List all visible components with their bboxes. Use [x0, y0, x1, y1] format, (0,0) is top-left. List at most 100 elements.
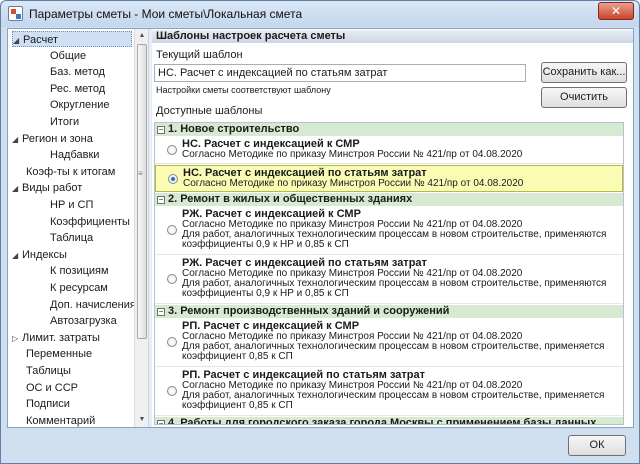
group-title: 2. Ремонт в жилых и общественных зданиях — [168, 193, 413, 205]
template-radio[interactable] — [167, 274, 177, 284]
tree-scrollbar[interactable]: ▲ ≡ ▼ — [134, 29, 148, 427]
tree-item[interactable]: Рес. метод — [50, 81, 105, 97]
tree-item-label: Баз. метод — [50, 66, 105, 79]
clear-button[interactable]: Очистить — [541, 87, 627, 108]
tree-item[interactable]: Таблица — [50, 230, 93, 246]
expand-arrow-icon[interactable]: ▷ — [12, 331, 22, 347]
current-template-label: Текущий шаблон — [156, 49, 243, 61]
tree-item-label: Общие — [50, 49, 87, 62]
collapse-icon[interactable]: − — [157, 126, 165, 134]
template-description: Согласно Методике по приказу Минстроя Ро… — [182, 380, 605, 411]
dialog-window: Параметры сметы - Мои сметы\Локальная см… — [0, 0, 640, 464]
tree-item-label: Коэффициенты — [50, 215, 130, 228]
tree-item[interactable]: Итоги — [50, 114, 79, 130]
tree-item[interactable]: Коэф-ты к итогам — [26, 164, 115, 180]
expand-arrow-icon[interactable]: ◢ — [12, 132, 22, 148]
tree-item[interactable]: Общие — [50, 48, 86, 64]
expand-arrow-icon[interactable]: ◢ — [12, 248, 22, 264]
tree-item[interactable]: ОС и ССР — [26, 380, 78, 396]
tree-item[interactable]: Комментарий — [26, 413, 95, 427]
template-item[interactable]: РЖ. Расчет с индексацией к СМР Согласно М… — [155, 207, 623, 255]
window-title: Параметры сметы - Мои сметы\Локальная см… — [29, 7, 303, 21]
template-radio[interactable] — [167, 145, 177, 155]
current-template-field[interactable]: НС. Расчет с индексацией по статьям затр… — [154, 64, 526, 82]
tree-item-label: Комментарий — [26, 414, 96, 427]
tree-item[interactable]: К ресурсам — [50, 280, 108, 296]
app-icon — [8, 6, 23, 21]
tree-item-label: К позициям — [50, 265, 109, 278]
templates-list: −1. Новое строительство НС. Расчет с инде… — [154, 122, 624, 425]
template-item[interactable]: НС. Расчет с индексацией к СМР Согласно М… — [155, 137, 623, 164]
tree-item-label: Итоги — [50, 116, 80, 128]
panel-header: Шаблоны настроек расчета сметы — [152, 30, 633, 43]
tree-item[interactable]: Подписи — [26, 396, 70, 412]
tree-item-label: Коэф-ты к итогам — [26, 165, 116, 178]
template-radio[interactable] — [168, 174, 178, 184]
template-item[interactable]: РП. Расчет с индексацией к СМР Согласно М… — [155, 319, 623, 367]
collapse-icon[interactable]: − — [157, 196, 165, 204]
status-note: Настройки сметы соответствуют шаблону — [156, 85, 331, 95]
title-bar[interactable]: Параметры сметы - Мои сметы\Локальная см… — [1, 1, 639, 27]
tree-item[interactable]: К позициям — [50, 263, 109, 279]
template-radio[interactable] — [167, 386, 177, 396]
tree-item[interactable]: Надбавки — [50, 147, 99, 163]
tree-item-label: Индексы — [22, 248, 67, 261]
tree-item-label: НР и СП — [50, 199, 94, 211]
template-description: Согласно Методике по приказу Минстроя Ро… — [182, 219, 607, 250]
template-description: Согласно Методике по приказу Минстроя Ро… — [182, 331, 605, 362]
ok-button[interactable]: ОК — [568, 435, 626, 456]
scroll-down-icon[interactable]: ▼ — [135, 413, 148, 427]
collapse-icon[interactable]: − — [157, 308, 165, 316]
tree-item[interactable]: ◢ Расчет — [12, 31, 132, 47]
template-description: Согласно Методике по приказу Минстроя Ро… — [183, 178, 524, 189]
tree-item-label: Переменные — [26, 348, 93, 361]
template-radio[interactable] — [167, 225, 177, 235]
tree-item[interactable]: ◢ Регион и зона — [12, 131, 93, 147]
tree-item[interactable]: Таблицы — [26, 363, 71, 379]
tree-item[interactable]: Округление — [50, 97, 110, 113]
tree-item-label: Таблица — [50, 232, 94, 245]
template-group-header[interactable]: −2. Ремонт в жилых и общественных здания… — [155, 193, 623, 206]
tree-item-label: Округление — [50, 99, 110, 112]
scroll-grip-icon: ≡ — [138, 169, 143, 178]
templates-panel: Шаблоны настроек расчета сметы Текущий ш… — [152, 29, 633, 427]
template-description: Согласно Методике по приказу Минстроя Ро… — [182, 149, 523, 160]
tree-item-label: Автозагрузка — [50, 315, 117, 328]
template-item[interactable]: РП. Расчет с индексацией по статьям затр… — [155, 368, 623, 416]
group-title: 1. Новое строительство — [168, 123, 300, 135]
save-as-button[interactable]: Сохранить как... — [541, 62, 627, 83]
dialog-footer: ОК — [1, 429, 639, 463]
tree-item[interactable]: Коэффициенты — [50, 214, 130, 230]
template-radio[interactable] — [167, 337, 177, 347]
available-templates-label: Доступные шаблоны — [156, 105, 263, 117]
tree-item-label: ОС и ССР — [26, 381, 78, 394]
settings-tree: ◢ Расчет Общие Баз. метод Рес. метод Округлен… — [8, 29, 148, 427]
scroll-thumb[interactable] — [137, 44, 147, 339]
tree-item[interactable]: НР и СП — [50, 197, 93, 213]
template-description: Согласно Методике по приказу Минстроя Ро… — [182, 268, 607, 299]
tree-item-label: Подписи — [26, 398, 70, 411]
tree-item-label: Надбавки — [50, 149, 100, 162]
tree-item-label: Лимит. затраты — [22, 331, 100, 344]
tree-item-label: Рес. метод — [50, 82, 106, 95]
template-item[interactable]: НС. Расчет с индексацией по статьям затр… — [155, 165, 623, 192]
template-group-header[interactable]: −3. Ремонт производственных зданий и соо… — [155, 305, 623, 318]
expand-arrow-icon[interactable]: ◢ — [12, 181, 22, 197]
tree-item[interactable]: Автозагрузка — [50, 313, 117, 329]
group-title: 3. Ремонт производственных зданий и соор… — [168, 305, 450, 317]
tree-item-label: Доп. начисления — [50, 298, 136, 311]
template-group-header[interactable]: −4. Работы для городского заказа города … — [155, 417, 623, 424]
expand-arrow-icon[interactable]: ◢ — [13, 33, 23, 49]
tree-item[interactable]: Переменные — [26, 346, 92, 362]
template-group-header[interactable]: −1. Новое строительство — [155, 123, 623, 136]
tree-item[interactable]: ◢ Виды работ — [12, 180, 82, 196]
tree-item[interactable]: Доп. начисления — [50, 297, 136, 313]
tree-item[interactable]: ◢ Индексы — [12, 247, 67, 263]
close-button[interactable]: ✕ — [598, 2, 634, 20]
scroll-up-icon[interactable]: ▲ — [135, 29, 148, 43]
tree-item[interactable]: ▷ Лимит. затраты — [12, 330, 100, 346]
tree-item[interactable]: Баз. метод — [50, 64, 105, 80]
collapse-icon[interactable]: − — [157, 420, 165, 424]
dialog-client: ◢ Расчет Общие Баз. метод Рес. метод Округлен… — [7, 28, 634, 428]
template-item[interactable]: РЖ. Расчет с индексацией по статьям затр… — [155, 256, 623, 304]
